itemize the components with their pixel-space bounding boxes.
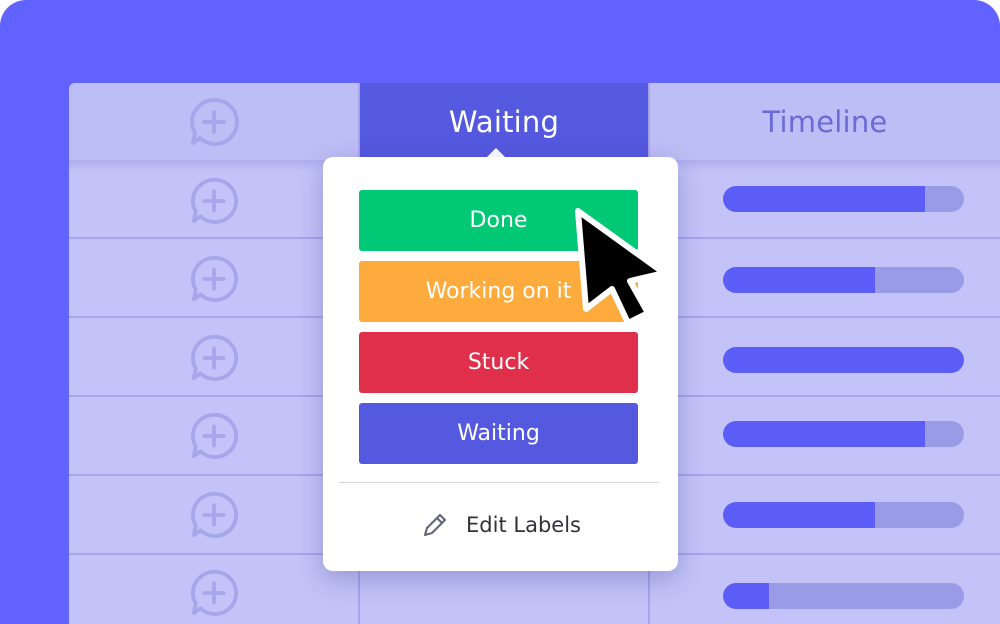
timeline-bar-fill xyxy=(723,583,769,609)
timeline-bar[interactable] xyxy=(723,502,964,528)
timeline-bar-fill xyxy=(723,347,964,373)
timeline-bar-fill xyxy=(723,421,926,447)
add-chat-icon[interactable] xyxy=(189,97,239,147)
edit-labels-button[interactable]: Edit Labels xyxy=(323,497,678,553)
timeline-column-header[interactable]: Timeline xyxy=(650,83,1000,160)
timeline-bar-fill xyxy=(723,502,875,528)
add-column-header[interactable] xyxy=(69,83,358,160)
timeline-bar[interactable] xyxy=(723,186,964,212)
mouse-pointer-icon xyxy=(575,208,667,325)
timeline-bar[interactable] xyxy=(723,583,964,609)
add-chat-icon[interactable] xyxy=(190,569,238,617)
add-chat-icon[interactable] xyxy=(190,334,238,382)
timeline-bar[interactable] xyxy=(723,347,964,373)
timeline-bar[interactable] xyxy=(723,421,964,447)
pencil-icon xyxy=(423,513,447,537)
timeline-bar-fill xyxy=(723,267,875,293)
label-option-waiting[interactable]: Waiting xyxy=(359,403,638,464)
label-option-stuck[interactable]: Stuck xyxy=(359,332,638,393)
edit-labels-text: Edit Labels xyxy=(466,513,581,537)
popup-divider xyxy=(339,482,659,483)
timeline-bar[interactable] xyxy=(723,267,964,293)
add-chat-icon[interactable] xyxy=(190,491,238,539)
add-chat-icon[interactable] xyxy=(190,412,238,460)
add-chat-icon[interactable] xyxy=(190,177,238,225)
add-chat-icon[interactable] xyxy=(190,255,238,303)
timeline-bar-fill xyxy=(723,186,926,212)
